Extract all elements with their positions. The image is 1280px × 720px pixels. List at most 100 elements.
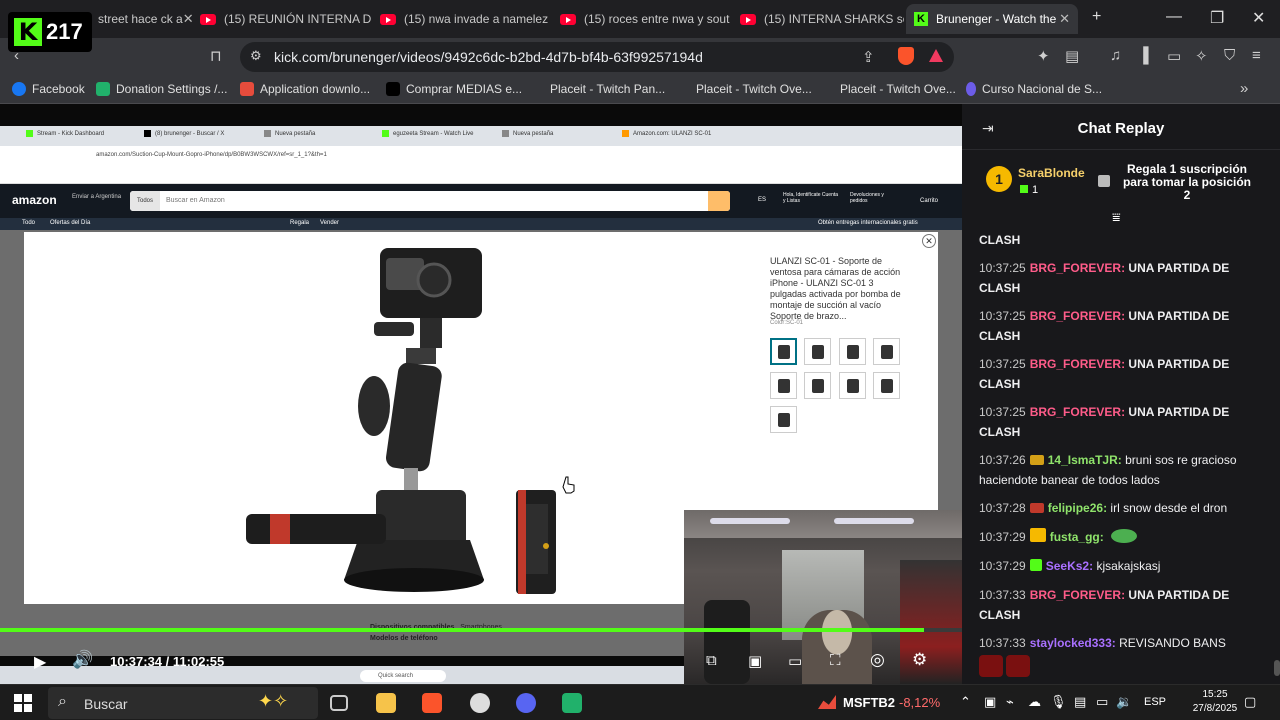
wallet-icon[interactable]: ▭ xyxy=(1167,47,1181,65)
deliver-to: Enviar a Argentina xyxy=(72,194,122,200)
chat-user[interactable]: BRG_FOREVER: xyxy=(1030,588,1125,602)
bookmark-label: Facebook xyxy=(32,82,85,96)
taskbar-search[interactable]: ⌕ Buscar ✦✧ xyxy=(48,687,318,719)
kick-studio-icon[interactable] xyxy=(562,693,582,713)
tray-app-icon[interactable]: ☁ xyxy=(1028,694,1041,710)
progress-bar[interactable] xyxy=(0,628,962,632)
tray-app-icon[interactable]: ▣ xyxy=(984,694,996,710)
brave-browser-icon[interactable] xyxy=(422,693,442,713)
chat-user[interactable]: 14_IsmaTJR: xyxy=(1048,453,1122,467)
chat-message: 10:37:33 staylocked333: REVISANDO BANS xyxy=(979,633,1269,683)
more-bookmarks-icon[interactable]: » xyxy=(1240,80,1248,97)
bookmark-item[interactable]: Facebook xyxy=(12,82,85,96)
theater-icon[interactable]: ▭ xyxy=(788,652,802,670)
tab-2[interactable]: (15) REUNIÓN INTERNA DI xyxy=(192,4,372,34)
tray-chevron-icon[interactable]: ⌃ xyxy=(960,694,971,710)
discord-icon[interactable] xyxy=(516,693,536,713)
inner-tab: eguzeeta Stream - Watch Live xyxy=(382,130,473,137)
chat-message: 10:37:25 BRG_FOREVER: UNA PARTIDA DE CLAS… xyxy=(979,258,1269,298)
steam-icon[interactable] xyxy=(470,693,490,713)
close-window-icon[interactable]: ✕ xyxy=(1252,8,1265,28)
settings-icon[interactable]: ⚙ xyxy=(912,650,927,670)
miniplayer-icon[interactable]: ⧉ xyxy=(706,652,717,669)
tray-app-icon[interactable]: ▤ xyxy=(1074,694,1086,710)
notifications-icon[interactable]: ▢ xyxy=(1244,694,1256,710)
bookmark-item[interactable]: Placeit - Twitch Pan... xyxy=(530,82,665,96)
stock-symbol: MSFTB2 xyxy=(843,695,895,710)
chat-user[interactable]: BRG_FOREVER: xyxy=(1030,261,1125,275)
video-player[interactable]: Stream - Kick Dashboard (8) brunenger - … xyxy=(0,104,962,684)
bookmark-label: Curso Nacional de S... xyxy=(982,82,1103,96)
brave-rewards-icon[interactable] xyxy=(929,49,943,62)
tab-4[interactable]: (15) roces entre nwa y sout xyxy=(552,4,732,34)
language-indicator[interactable]: ESP xyxy=(1144,696,1166,708)
chat-scrollbar[interactable] xyxy=(1274,660,1280,676)
close-icon[interactable]: ✕ xyxy=(1059,11,1070,27)
filter-icon[interactable]: ⩸ xyxy=(1112,209,1121,226)
clip-icon[interactable]: ▣ xyxy=(748,652,762,670)
share-icon[interactable]: ⇪ xyxy=(862,48,875,66)
site-info-icon[interactable]: ⚙ xyxy=(250,48,262,64)
chat-text: kjsakajskasj xyxy=(1096,559,1161,573)
chat-user[interactable]: BRG_FOREVER: xyxy=(1030,309,1125,323)
new-tab-icon[interactable]: + xyxy=(1092,8,1101,26)
file-explorer-icon[interactable] xyxy=(376,693,396,713)
pinned-count-value: 1 xyxy=(1032,184,1039,196)
product-thumbnail xyxy=(873,338,900,365)
reader-icon[interactable]: ▤ xyxy=(1065,47,1079,65)
chat-user[interactable]: SeeKs2: xyxy=(1046,559,1093,573)
bookmark-item[interactable]: Placeit - Twitch Ove... xyxy=(820,82,956,96)
volume-icon[interactable]: 🔉 xyxy=(1116,694,1132,710)
bookmark-item[interactable]: Comprar MEDIAS e... xyxy=(386,82,522,96)
tray-app-icon[interactable]: ⌁ xyxy=(1006,694,1014,710)
bookmark-label: Placeit - Twitch Ove... xyxy=(696,82,812,96)
leo-icon[interactable]: ✧ xyxy=(1195,47,1208,65)
media-icon[interactable]: ♫ xyxy=(1110,47,1121,64)
chat-user[interactable]: BRG_FOREVER: xyxy=(1030,357,1125,371)
extensions-icon[interactable]: ✦ xyxy=(1037,47,1050,65)
system-clock[interactable]: 15:25 27/8/2025 xyxy=(1192,688,1238,716)
menu-icon[interactable]: ≡ xyxy=(1252,47,1261,64)
address-bar: ‹ ⊓ ⚙ kick.com/brunenger/videos/9492c6dc… xyxy=(0,38,1280,76)
brave-shield-icon[interactable] xyxy=(898,47,914,65)
network-icon[interactable]: ▭ xyxy=(1096,694,1108,710)
chat-user[interactable]: felipipe26: xyxy=(1048,501,1107,515)
tab-5[interactable]: (15) INTERNA SHARKS sob xyxy=(732,4,904,34)
tab-active[interactable]: K Brunenger - Watch the ✕ xyxy=(906,4,1078,34)
bookmark-item[interactable]: Curso Nacional de S... xyxy=(966,82,1102,96)
minimize-icon[interactable]: — xyxy=(1166,8,1182,26)
bookmark-item[interactable]: Placeit - Twitch Ove... xyxy=(676,82,812,96)
placeit-icon xyxy=(676,82,690,96)
close-icon[interactable]: ✕ xyxy=(183,11,192,27)
inner-tab: Nueva pestaña xyxy=(264,130,315,137)
chat-user[interactable]: staylocked333: xyxy=(1030,636,1116,650)
product-thumbnail xyxy=(839,372,866,399)
tab-3[interactable]: (15) nwa invade a namelez xyxy=(372,4,552,34)
chat-time: 10:37:25 xyxy=(979,309,1026,323)
bookmark-item[interactable]: Application downlo... xyxy=(240,82,370,96)
amazon-account: Hola, Identifícate Cuenta y Listas xyxy=(783,192,839,204)
sidebar-icon[interactable]: ▐ xyxy=(1138,47,1149,64)
play-icon[interactable]: ▶ xyxy=(34,652,46,672)
amazon-orders: Devoluciones y pedidos xyxy=(850,192,884,204)
chat-user[interactable]: fusta_gg: xyxy=(1050,530,1104,544)
task-view-icon[interactable] xyxy=(330,695,348,711)
maximize-icon[interactable]: ❐ xyxy=(1210,8,1224,28)
chat-message: 10:37:25 BRG_FOREVER: UNA PARTIDA DE CLAS… xyxy=(979,354,1269,394)
bookmark-item[interactable]: Donation Settings /... xyxy=(96,82,227,96)
chat-user[interactable]: BRG_FOREVER: xyxy=(1030,405,1125,419)
vpn-icon[interactable]: ⛉ xyxy=(1224,47,1235,64)
stock-chart-icon xyxy=(818,695,836,709)
bookmark-icon[interactable]: ⊓ xyxy=(210,47,222,65)
inner-url: amazon.com/Suction-Cup-Mount-Gopro-iPhon… xyxy=(96,152,327,158)
video-time: 10:37:34 / 11:02:55 xyxy=(110,654,224,669)
microphone-icon[interactable]: 🎙 xyxy=(1050,694,1067,710)
emote-icon xyxy=(979,655,1003,677)
windows-start-icon[interactable] xyxy=(14,694,32,712)
youtube-icon xyxy=(740,13,756,25)
chat-time: 10:37:26 xyxy=(979,453,1026,467)
speed-icon[interactable]: ◎ xyxy=(870,650,885,670)
volume-icon[interactable]: 🔊 xyxy=(72,650,93,670)
omnibox[interactable]: ⚙ kick.com/brunenger/videos/9492c6dc-b2b… xyxy=(240,42,954,72)
fullscreen-icon[interactable]: ⛶ xyxy=(830,652,841,669)
